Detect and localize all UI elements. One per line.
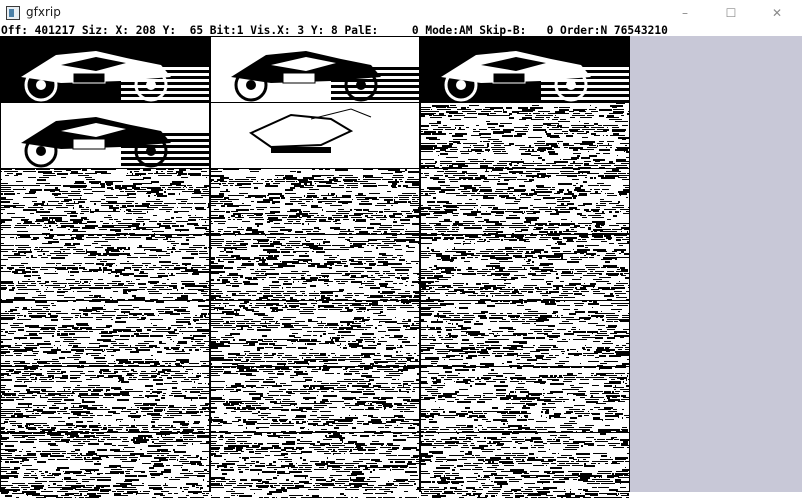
app-icon	[6, 6, 20, 20]
title-bar: gfxrip – ☐ ✕	[0, 0, 802, 26]
empty-side-panel	[630, 36, 802, 492]
minimize-button[interactable]: –	[662, 0, 708, 26]
graphic-tile	[1, 301, 209, 366]
maximize-icon: ☐	[725, 6, 737, 20]
graphic-tile	[1, 433, 209, 498]
graphic-tile	[211, 367, 419, 432]
graphic-tile	[421, 235, 629, 300]
graphic-tile	[211, 433, 419, 498]
graphic-tile	[1, 37, 209, 102]
graphic-tile	[421, 367, 629, 432]
status-line: Off: 401217 Siz: X: 208 Y: 65 Bit:1 Vis.…	[0, 24, 802, 37]
graphic-tile	[211, 103, 419, 168]
graphic-tile	[211, 301, 419, 366]
graphic-tile	[1, 103, 209, 168]
graphic-tile	[421, 169, 629, 234]
window-title: gfxrip	[26, 5, 61, 19]
graphic-tile	[421, 301, 629, 366]
graphic-tile	[1, 169, 209, 234]
graphic-tile	[211, 169, 419, 234]
minimize-icon: –	[682, 6, 688, 20]
graphic-tile	[211, 37, 419, 102]
graphic-tile	[1, 235, 209, 300]
graphic-tile	[421, 103, 629, 168]
maximize-button[interactable]: ☐	[708, 0, 754, 26]
graphic-tile	[421, 433, 629, 498]
close-button[interactable]: ✕	[754, 0, 800, 26]
graphics-viewer-canvas[interactable]	[0, 36, 630, 498]
graphic-tile	[1, 367, 209, 432]
close-icon: ✕	[771, 6, 783, 20]
graphic-tile	[211, 235, 419, 300]
graphic-tile	[421, 37, 629, 102]
